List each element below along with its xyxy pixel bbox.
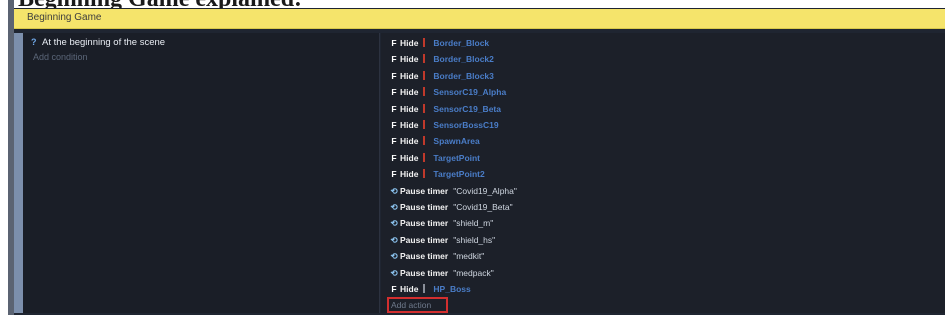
action-verb: Hide bbox=[400, 152, 419, 163]
add-condition-link[interactable]: Add condition bbox=[33, 52, 88, 62]
action-row[interactable]: F Hide Border_Block bbox=[390, 35, 489, 51]
conditions-column: ? At the beginning of the scene Add condi… bbox=[23, 33, 380, 313]
object-name: Border_Block bbox=[433, 38, 490, 48]
hide-icon: F bbox=[391, 70, 397, 81]
action-row[interactable]: ⟲ Pause timer "Covid19_Alpha" bbox=[390, 183, 517, 199]
object-name: SensorBossC19 bbox=[433, 120, 499, 130]
event-group-header[interactable]: Beginning Game bbox=[14, 9, 945, 29]
object-name: SensorC19_Beta bbox=[433, 103, 501, 114]
timer-icon: ⟲ bbox=[390, 234, 398, 245]
action-verb: Hide bbox=[400, 70, 419, 81]
timer-name: "shield_hs" bbox=[453, 234, 496, 245]
object-name: HP_Boss bbox=[433, 284, 471, 294]
object-marker-icon bbox=[423, 87, 426, 97]
action-verb: Hide bbox=[400, 87, 419, 98]
action-row[interactable]: F Hide TargetPoint2 bbox=[390, 166, 485, 182]
action-row[interactable]: ⟲ Pause timer "Covid19_Beta" bbox=[390, 199, 513, 215]
actions-column: F Hide Border_Block F Hide Border_Block2 F Hide… bbox=[381, 33, 945, 313]
action-row[interactable]: ⟲ Pause timer "medpack" bbox=[390, 265, 494, 281]
action-verb: Hide bbox=[400, 38, 419, 48]
action-row[interactable]: F Hide Border_Block3 bbox=[390, 68, 494, 84]
action-row[interactable]: F Hide SpawnArea bbox=[390, 133, 480, 149]
hide-icon: F bbox=[391, 120, 397, 130]
object-name: Border_Block3 bbox=[433, 70, 494, 81]
action-row[interactable]: F Hide SensorC19_Alpha bbox=[390, 84, 506, 100]
hide-icon: F bbox=[391, 87, 397, 98]
timer-name: "shield_m" bbox=[453, 218, 494, 229]
action-verb: Hide bbox=[400, 54, 419, 65]
timer-icon: ⟲ bbox=[390, 218, 398, 229]
action-verb: Pause timer bbox=[400, 234, 449, 245]
object-marker-icon bbox=[423, 169, 426, 179]
action-verb: Pause timer bbox=[400, 218, 449, 229]
hide-icon: F bbox=[391, 136, 397, 147]
timer-name: "Covid19_Beta" bbox=[453, 202, 513, 212]
condition-text: At the beginning of the scene bbox=[42, 37, 166, 48]
action-verb: Hide bbox=[400, 136, 419, 147]
action-row[interactable]: F Hide SensorBossC19 bbox=[390, 117, 499, 133]
action-row[interactable]: ⟲ Pause timer "shield_m" bbox=[390, 215, 493, 231]
action-verb: Pause timer bbox=[400, 202, 449, 212]
timer-icon: ⟲ bbox=[390, 267, 398, 278]
object-name: Border_Block2 bbox=[433, 54, 494, 65]
object-marker-icon bbox=[423, 120, 426, 129]
object-marker-icon bbox=[423, 54, 426, 64]
hide-icon: F bbox=[391, 38, 397, 48]
group-title: Beginning Game bbox=[27, 12, 102, 23]
timer-name: "medpack" bbox=[453, 267, 494, 278]
timer-icon: ⟲ bbox=[390, 202, 398, 212]
object-marker-icon bbox=[423, 152, 426, 162]
object-name: SensorC19_Alpha bbox=[433, 87, 507, 98]
action-verb: Hide bbox=[400, 120, 419, 130]
add-action-link[interactable]: Add action bbox=[387, 297, 448, 313]
timer-name: "medkit" bbox=[453, 251, 485, 262]
hide-icon: F bbox=[391, 169, 397, 180]
action-verb: Hide bbox=[400, 169, 419, 180]
object-name: TargetPoint2 bbox=[433, 169, 485, 180]
action-verb: Pause timer bbox=[400, 267, 449, 278]
object-marker-icon bbox=[423, 70, 426, 80]
action-verb: Pause timer bbox=[400, 251, 449, 262]
timer-name: "Covid19_Alpha" bbox=[453, 185, 517, 196]
action-row[interactable]: F Hide TargetPoint bbox=[390, 150, 480, 166]
action-row[interactable]: F Hide HP_Boss bbox=[390, 281, 471, 297]
hide-icon: F bbox=[391, 54, 397, 65]
action-row[interactable]: F Hide SensorC19_Beta bbox=[390, 101, 501, 117]
object-marker-icon bbox=[423, 136, 426, 146]
timer-icon: ⟲ bbox=[390, 185, 398, 196]
action-verb: Hide bbox=[400, 103, 419, 114]
condition-row[interactable]: ? At the beginning of the scene bbox=[31, 36, 165, 50]
hide-icon: F bbox=[391, 152, 397, 163]
action-verb: Hide bbox=[400, 284, 419, 294]
object-marker-icon bbox=[423, 103, 426, 113]
event-drag-handle[interactable] bbox=[14, 33, 23, 313]
action-verb: Pause timer bbox=[400, 185, 449, 196]
action-row[interactable]: ⟲ Pause timer "shield_hs" bbox=[390, 232, 495, 248]
object-name: TargetPoint bbox=[433, 152, 481, 163]
hide-icon: F bbox=[391, 284, 397, 294]
timer-icon: ⟲ bbox=[390, 251, 398, 262]
object-marker-icon bbox=[423, 38, 426, 47]
scene-start-icon: ? bbox=[31, 37, 37, 47]
action-row[interactable]: ⟲ Pause timer "medkit" bbox=[390, 248, 484, 264]
hide-icon: F bbox=[391, 103, 397, 114]
object-name: SpawnArea bbox=[433, 136, 480, 147]
object-marker-icon bbox=[423, 284, 426, 293]
action-row[interactable]: F Hide Border_Block2 bbox=[390, 51, 494, 67]
